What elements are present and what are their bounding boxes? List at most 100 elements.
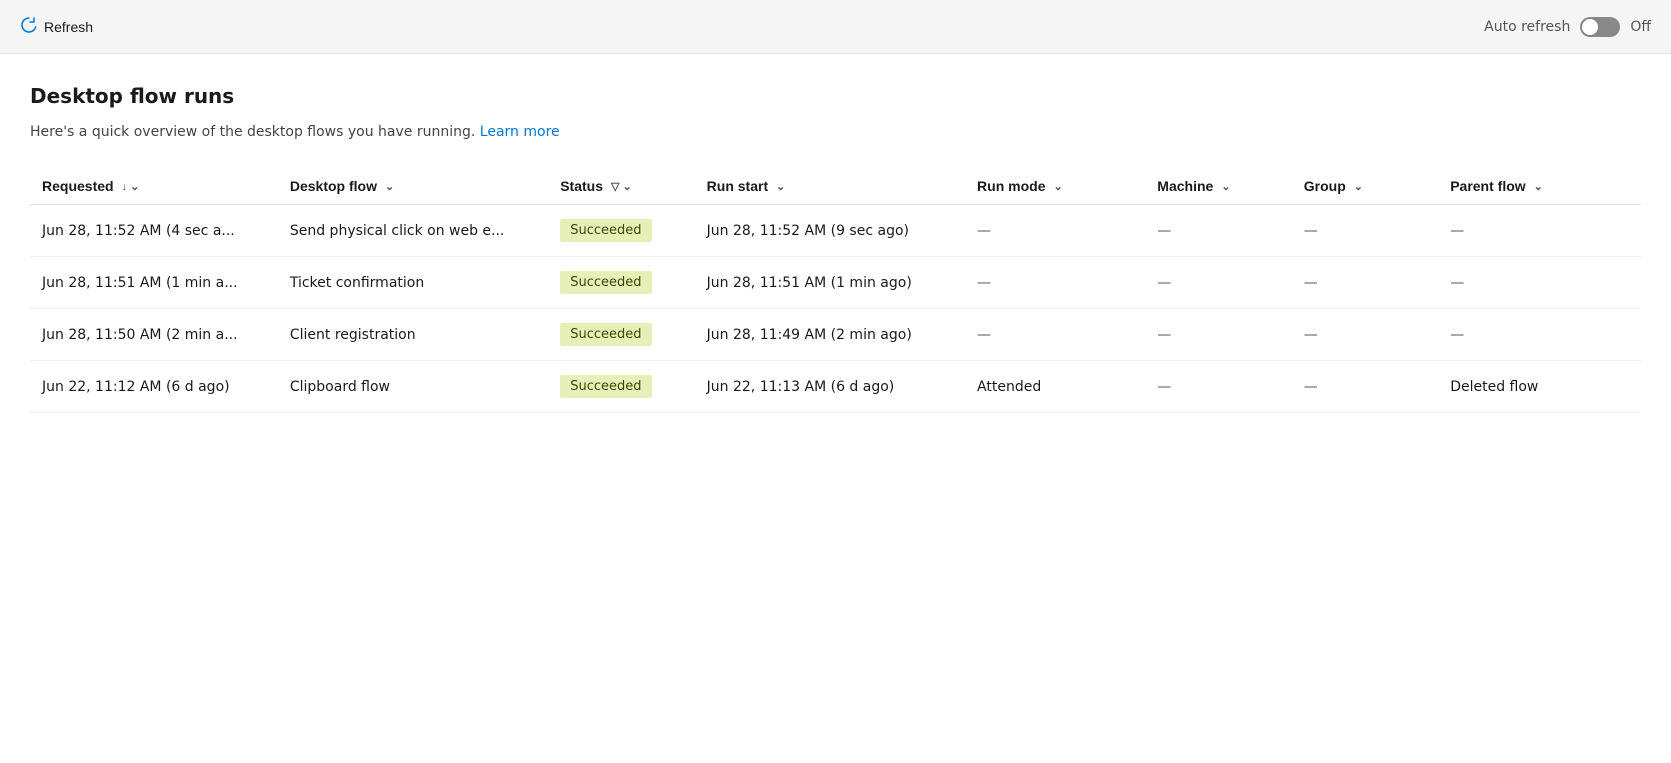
status-sort-icon: ▽ ⌄ — [611, 180, 632, 193]
cell-desktop-flow: Clipboard flow — [278, 361, 548, 413]
group-sort-icon: ⌄ — [1354, 180, 1363, 193]
cell-parent-flow: — — [1438, 309, 1641, 361]
dash: — — [1157, 223, 1171, 239]
col-desktop-flow-label: Desktop flow — [290, 178, 377, 194]
col-header-requested[interactable]: Requested ↓ ⌄ — [30, 168, 278, 205]
dash: — — [1304, 379, 1318, 395]
cell-status: Succeeded — [548, 205, 694, 257]
status-badge: Succeeded — [560, 375, 651, 398]
cell-machine: — — [1145, 309, 1291, 361]
cell-requested: Jun 22, 11:12 AM (6 d ago) — [30, 361, 278, 413]
dash: — — [1157, 327, 1171, 343]
auto-refresh-label: Auto refresh — [1484, 19, 1570, 35]
dash: — — [977, 275, 991, 291]
sort-run-mode-button[interactable]: Run mode ⌄ — [977, 178, 1063, 194]
cell-group: — — [1292, 257, 1438, 309]
cell-requested: Jun 28, 11:52 AM (4 sec a... — [30, 205, 278, 257]
cell-machine: — — [1145, 361, 1291, 413]
col-status-label: Status — [560, 178, 603, 194]
main-content: Desktop flow runs Here's a quick overvie… — [0, 54, 1671, 763]
cell-run-mode: Attended — [965, 361, 1145, 413]
cell-desktop-flow: Send physical click on web e... — [278, 205, 548, 257]
page-description: Here's a quick overview of the desktop f… — [30, 124, 1641, 140]
col-run-mode-label: Run mode — [977, 178, 1045, 194]
topbar-left: Refresh — [20, 16, 93, 37]
sort-status-button[interactable]: Status ▽ ⌄ — [560, 178, 632, 194]
auto-refresh-toggle[interactable] — [1580, 17, 1620, 37]
refresh-icon — [20, 16, 38, 37]
status-badge: Succeeded — [560, 219, 651, 242]
flow-runs-table: Requested ↓ ⌄ Desktop flow ⌄ Status ▽ ⌄ — [30, 168, 1641, 413]
cell-parent-flow: — — [1438, 205, 1641, 257]
table-row[interactable]: Jun 22, 11:12 AM (6 d ago)Clipboard flow… — [30, 361, 1641, 413]
refresh-button[interactable]: Refresh — [20, 16, 93, 37]
parent-flow-sort-icon: ⌄ — [1534, 180, 1543, 193]
run-start-sort-icon: ⌄ — [776, 180, 785, 193]
cell-run-mode: — — [965, 257, 1145, 309]
col-header-run-mode[interactable]: Run mode ⌄ — [965, 168, 1145, 205]
table-header-row: Requested ↓ ⌄ Desktop flow ⌄ Status ▽ ⌄ — [30, 168, 1641, 205]
dash: — — [1304, 275, 1318, 291]
col-group-label: Group — [1304, 178, 1346, 194]
col-requested-label: Requested — [42, 178, 114, 194]
learn-more-link[interactable]: Learn more — [480, 124, 560, 140]
toggle-off-label: Off — [1630, 19, 1651, 35]
sort-run-start-button[interactable]: Run start ⌄ — [707, 178, 786, 194]
col-header-desktop-flow[interactable]: Desktop flow ⌄ — [278, 168, 548, 205]
dash: — — [1450, 327, 1464, 343]
sort-parent-flow-button[interactable]: Parent flow ⌄ — [1450, 178, 1543, 194]
cell-run-start: Jun 28, 11:51 AM (1 min ago) — [695, 257, 965, 309]
cell-run-mode: — — [965, 309, 1145, 361]
status-badge: Succeeded — [560, 323, 651, 346]
table-row[interactable]: Jun 28, 11:50 AM (2 min a...Client regis… — [30, 309, 1641, 361]
col-machine-label: Machine — [1157, 178, 1213, 194]
cell-group: — — [1292, 361, 1438, 413]
cell-desktop-flow: Ticket confirmation — [278, 257, 548, 309]
col-header-run-start[interactable]: Run start ⌄ — [695, 168, 965, 205]
cell-machine: — — [1145, 205, 1291, 257]
cell-run-mode: — — [965, 205, 1145, 257]
refresh-label: Refresh — [44, 19, 93, 35]
cell-run-start: Jun 28, 11:49 AM (2 min ago) — [695, 309, 965, 361]
dash: — — [1304, 223, 1318, 239]
status-badge: Succeeded — [560, 271, 651, 294]
cell-run-start: Jun 22, 11:13 AM (6 d ago) — [695, 361, 965, 413]
table-body: Jun 28, 11:52 AM (4 sec a...Send physica… — [30, 205, 1641, 413]
col-header-status[interactable]: Status ▽ ⌄ — [548, 168, 694, 205]
desktop-flow-sort-icon: ⌄ — [385, 180, 394, 193]
topbar: Refresh Auto refresh Off — [0, 0, 1671, 54]
dash: — — [1450, 223, 1464, 239]
cell-machine: — — [1145, 257, 1291, 309]
cell-status: Succeeded — [548, 309, 694, 361]
sort-requested-button[interactable]: Requested ↓ ⌄ — [42, 178, 139, 194]
run-mode-sort-icon: ⌄ — [1054, 180, 1063, 193]
dash: — — [1157, 379, 1171, 395]
dash: — — [1157, 275, 1171, 291]
table-row[interactable]: Jun 28, 11:52 AM (4 sec a...Send physica… — [30, 205, 1641, 257]
cell-group: — — [1292, 309, 1438, 361]
machine-sort-icon: ⌄ — [1221, 180, 1230, 193]
col-run-start-label: Run start — [707, 178, 768, 194]
dash: — — [1304, 327, 1318, 343]
sort-group-button[interactable]: Group ⌄ — [1304, 178, 1363, 194]
cell-requested: Jun 28, 11:51 AM (1 min a... — [30, 257, 278, 309]
cell-requested: Jun 28, 11:50 AM (2 min a... — [30, 309, 278, 361]
topbar-right: Auto refresh Off — [1484, 17, 1651, 37]
cell-status: Succeeded — [548, 257, 694, 309]
col-header-parent-flow[interactable]: Parent flow ⌄ — [1438, 168, 1641, 205]
requested-sort-icon: ↓ ⌄ — [122, 180, 140, 193]
col-header-group[interactable]: Group ⌄ — [1292, 168, 1438, 205]
dash: — — [977, 223, 991, 239]
dash: — — [1450, 275, 1464, 291]
page-title: Desktop flow runs — [30, 84, 1641, 108]
cell-desktop-flow: Client registration — [278, 309, 548, 361]
cell-run-start: Jun 28, 11:52 AM (9 sec ago) — [695, 205, 965, 257]
sort-machine-button[interactable]: Machine ⌄ — [1157, 178, 1230, 194]
dash: — — [977, 327, 991, 343]
sort-desktop-flow-button[interactable]: Desktop flow ⌄ — [290, 178, 394, 194]
cell-parent-flow: — — [1438, 257, 1641, 309]
col-parent-flow-label: Parent flow — [1450, 178, 1525, 194]
cell-group: — — [1292, 205, 1438, 257]
table-row[interactable]: Jun 28, 11:51 AM (1 min a...Ticket confi… — [30, 257, 1641, 309]
col-header-machine[interactable]: Machine ⌄ — [1145, 168, 1291, 205]
